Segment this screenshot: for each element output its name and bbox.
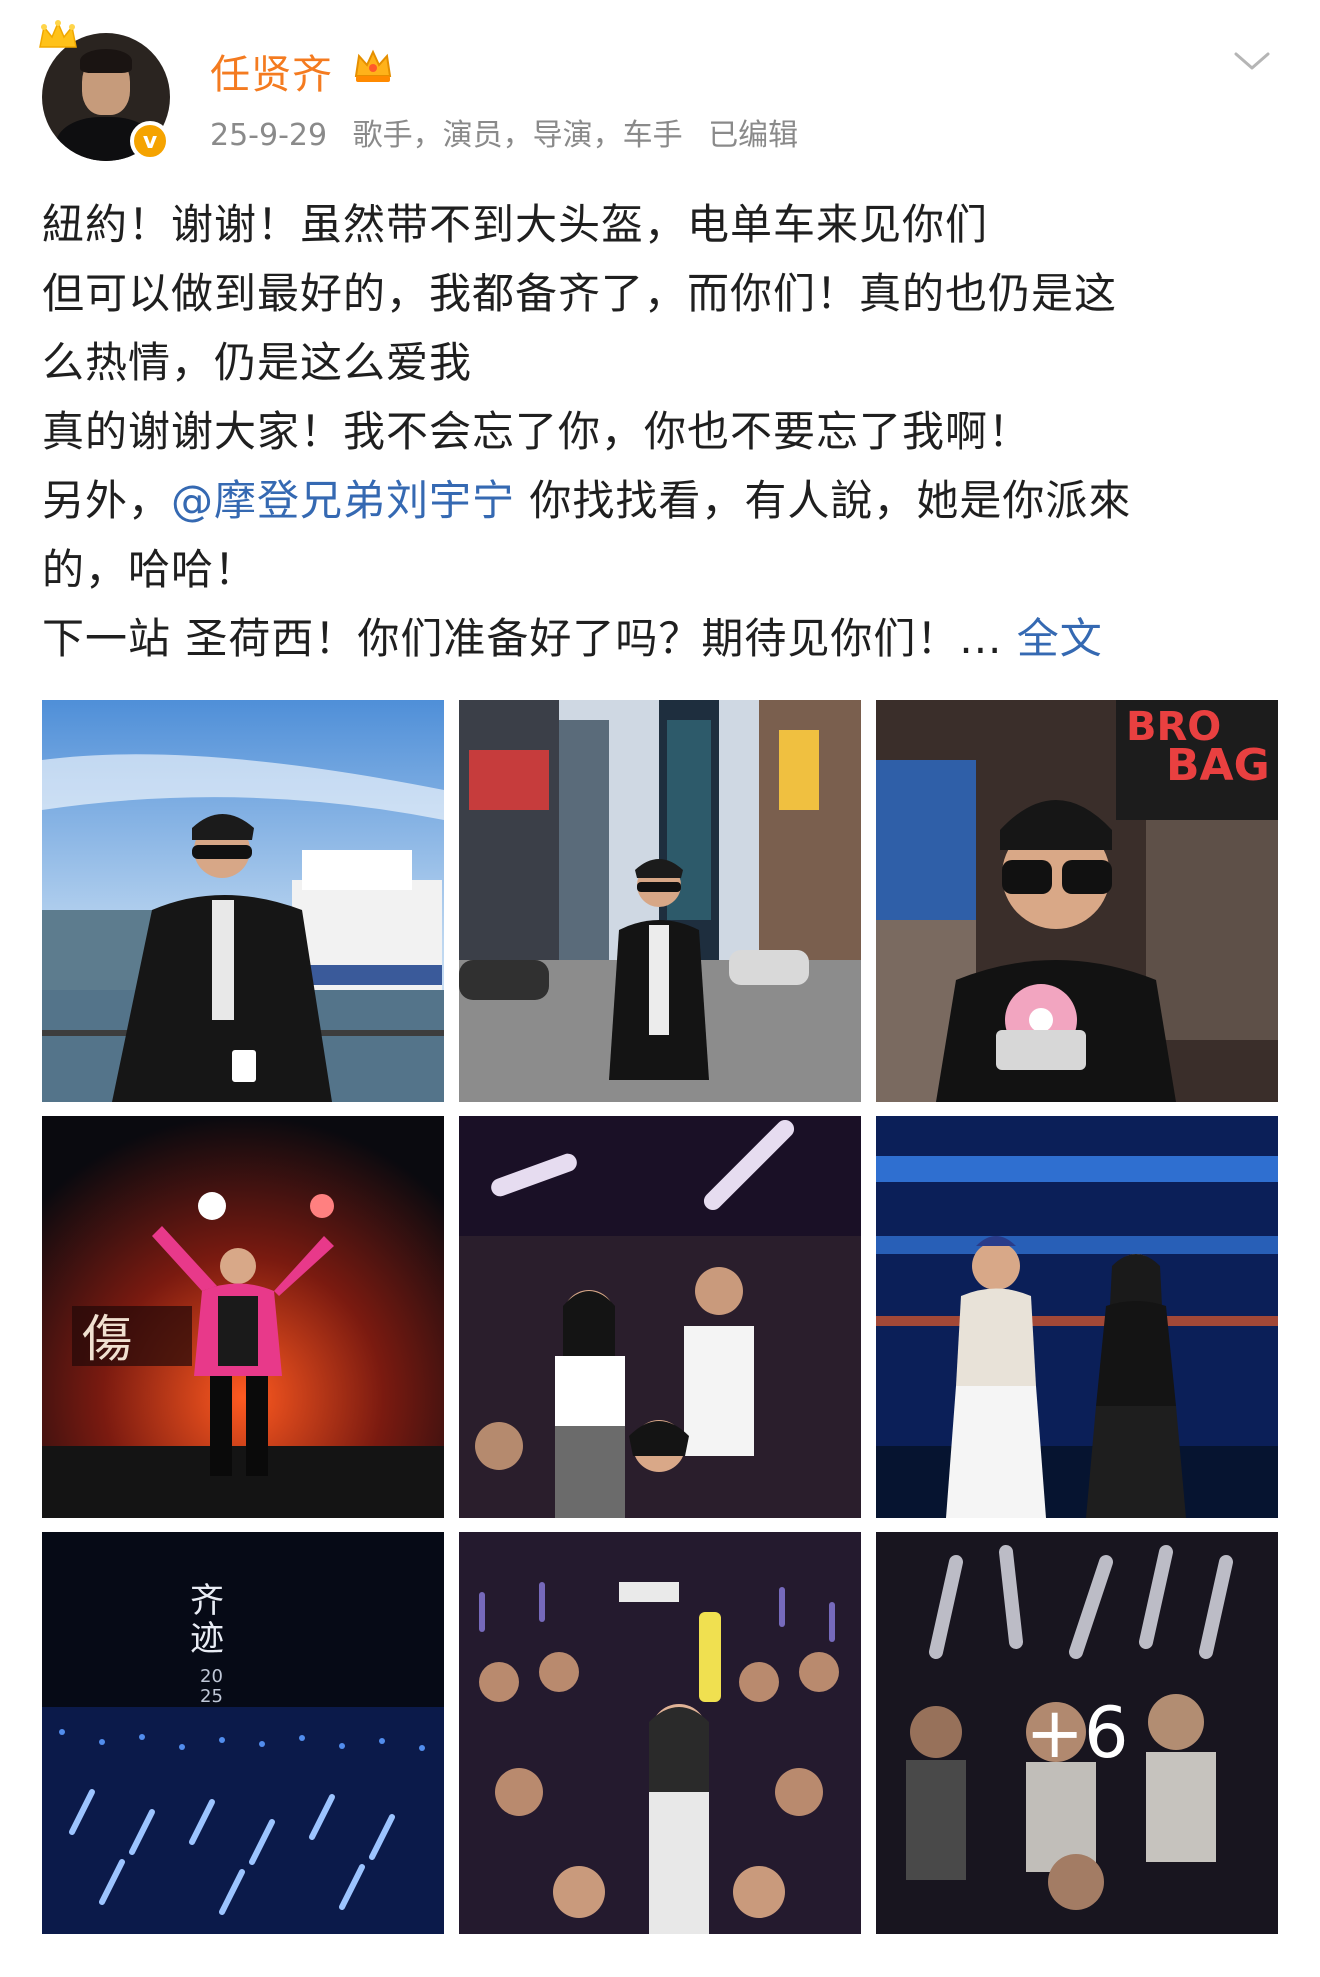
post-date: 25-9-29 [210,118,328,153]
line-prefix: 另外， [42,476,172,525]
photo-thumbnail[interactable] [42,700,444,1102]
more-photos-count[interactable]: +6 [876,1532,1278,1934]
user-tags: 歌手，演员，导演，车手 [352,118,683,153]
svg-text:傷: 傷 [82,1310,132,1368]
mention-link[interactable]: @摩登兄弟刘宇宁 [171,476,515,525]
photo-thumbnail[interactable] [459,1116,861,1518]
line-text: 下一站 圣荷西！你们准备好了吗？期待见你们！... [42,614,1017,663]
crown-icon [39,20,77,48]
verified-badge-icon: v [130,121,170,161]
photo-thumbnail[interactable] [459,1532,861,1934]
chevron-down-icon[interactable] [1232,46,1272,76]
svg-text:25: 25 [200,1686,223,1707]
svg-text:BAG: BAG [1166,740,1270,791]
post-line: 另外，@摩登兄弟刘宇宁 你找找看，有人說，她是你派來 [42,466,1282,535]
vip-crown-icon[interactable] [350,46,396,86]
photo-thumbnail[interactable]: 傷 [42,1116,444,1518]
username[interactable]: 任贤齐 [210,42,333,100]
post-line: 么热情，仍是这么爱我 [42,338,473,387]
post-line: 真的谢谢大家！我不会忘了你，你也不要忘了我啊！ [42,407,1032,456]
svg-text:齐: 齐 [190,1581,224,1621]
avatar[interactable]: v [39,20,170,161]
photo-thumbnail[interactable] [459,700,861,1102]
photo-thumbnail[interactable] [876,1116,1278,1518]
post-body: 紐約！谢谢！虽然带不到大头盔，电单车来见你们 但可以做到最好的，我都备齐了，而你… [42,190,1282,673]
post-meta: 25-9-29 歌手，演员，导演，车手 已编辑 [210,110,814,154]
line-suffix: 你找找看，有人說，她是你派來 [515,476,1132,525]
post-header: v 任贤齐 25-9-29 歌手，演员，导演，车手 已编辑 [0,0,1320,170]
svg-text:20: 20 [200,1666,223,1687]
post-line: 下一站 圣荷西！你们准备好了吗？期待见你们！... 全文 [42,604,1282,673]
edited-label[interactable]: 已编辑 [708,118,798,153]
photo-grid: BRO BAG 傷 齐 迹 20 25 +6 [42,700,1278,1934]
post-line: 的，哈哈！ [42,545,258,594]
photo-thumbnail[interactable]: 齐 迹 20 25 [42,1532,444,1934]
full-text-link[interactable]: 全文 [1017,614,1103,663]
photo-thumbnail[interactable]: +6 [876,1532,1278,1934]
post-line: 紐約！谢谢！虽然带不到大头盔，电单车来见你们 [42,200,989,249]
photo-thumbnail[interactable]: BRO BAG [876,700,1278,1102]
svg-text:迹: 迹 [190,1619,224,1659]
post-line: 但可以做到最好的，我都备齐了，而你们！真的也仍是这 [42,269,1118,318]
